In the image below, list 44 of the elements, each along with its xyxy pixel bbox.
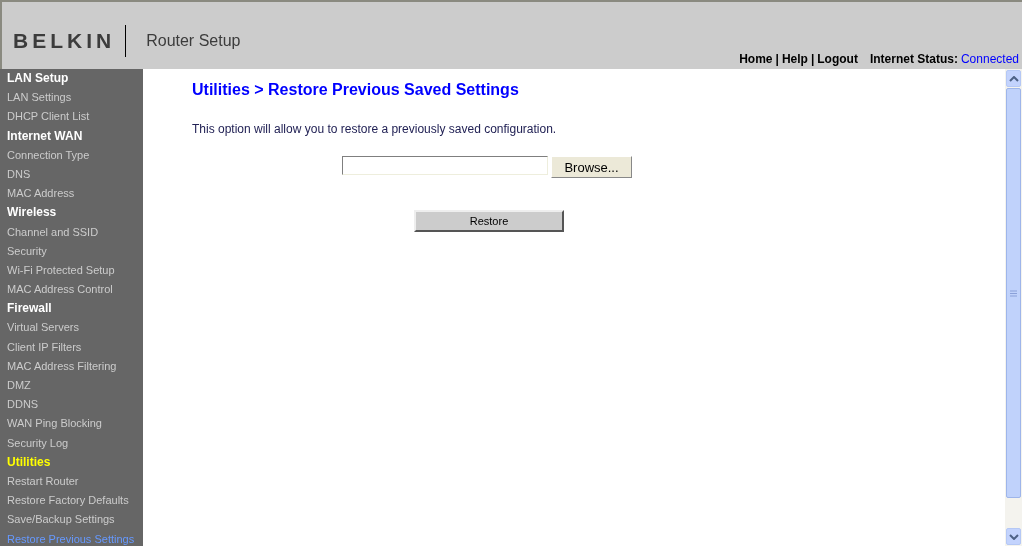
sidebar-item[interactable]: Client IP Filters: [0, 337, 143, 357]
sidebar-section-heading: Firewall: [6, 300, 53, 318]
sidebar-item[interactable]: Connection Type: [0, 145, 143, 165]
sidebar-item[interactable]: DHCP Client List: [0, 107, 143, 127]
link-separator: |: [775, 52, 779, 66]
sidebar-item[interactable]: Save/Backup Settings: [0, 510, 143, 530]
restore-button[interactable]: Restore: [414, 210, 564, 232]
sidebar-item[interactable]: Wi-Fi Protected Setup: [0, 260, 143, 281]
sidebar-section-heading: Utilities: [6, 453, 52, 471]
file-path-field[interactable]: [342, 156, 548, 175]
sidebar-item[interactable]: MAC Address Control: [0, 280, 143, 300]
sidebar-item[interactable]: Restart Router: [0, 471, 143, 492]
sidebar-section-heading: LAN Setup: [6, 70, 70, 87]
header-link[interactable]: Logout: [817, 52, 858, 66]
sidebar-item[interactable]: MAC Address: [0, 184, 143, 204]
sidebar-item[interactable]: LAN Settings: [0, 88, 143, 108]
scroll-up-button[interactable]: [1006, 70, 1021, 87]
logo: BELKIN: [2, 24, 127, 57]
description: This option will allow you to restore a previously saved configuration.: [192, 122, 558, 136]
status-label: Internet Status:: [869, 52, 958, 66]
sidebar-item[interactable]: WAN Ping Blocking: [0, 414, 143, 434]
sidebar-item[interactable]: DDNS: [0, 395, 143, 415]
scroll-down-button[interactable]: [1006, 528, 1021, 545]
header-link[interactable]: Help: [781, 52, 808, 66]
sidebar-item[interactable]: DMZ: [0, 376, 143, 396]
sidebar-item[interactable]: Restore Factory Defaults: [0, 491, 143, 511]
link-separator: |: [810, 52, 815, 66]
sidebar-item[interactable]: Virtual Servers: [0, 318, 143, 338]
sidebar-item[interactable]: Security Log: [0, 433, 143, 453]
sidebar-item[interactable]: Channel and SSID: [0, 222, 143, 242]
page-title: Utilities > Restore Previous Saved Settings: [192, 81, 520, 99]
sidebar-section-heading: Wireless: [6, 204, 58, 222]
app-title: Router Setup: [145, 31, 241, 50]
scrollbar[interactable]: [1005, 69, 1022, 546]
sidebar-item[interactable]: Restore Previous Settings: [0, 529, 143, 546]
header-link[interactable]: Home: [739, 52, 773, 66]
sidebar-section-heading: Internet WAN: [6, 127, 84, 145]
sidebar-item[interactable]: MAC Address Filtering: [0, 356, 143, 376]
sidebar-item[interactable]: DNS: [0, 164, 143, 185]
status-value: Connected: [960, 52, 1019, 66]
browse-button[interactable]: Browse...: [551, 156, 632, 178]
scroll-thumb[interactable]: [1006, 88, 1021, 498]
grip-icon: [1010, 289, 1017, 297]
sidebar-item[interactable]: Security: [0, 241, 143, 261]
